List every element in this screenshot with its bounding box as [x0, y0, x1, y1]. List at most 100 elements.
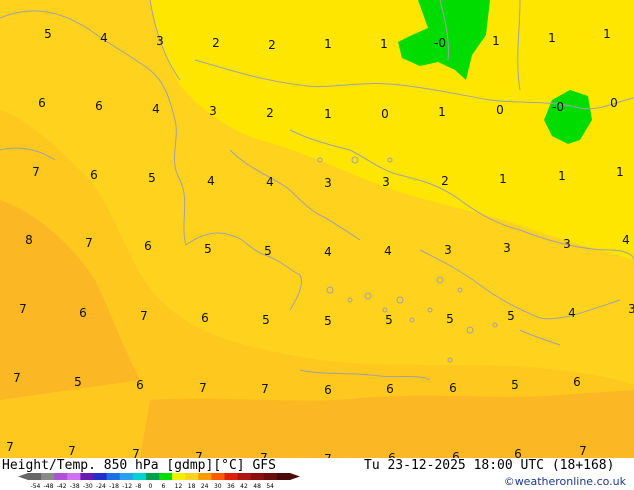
scale-swatches: [18, 473, 300, 480]
temperature-value: 3: [444, 243, 452, 257]
temperature-value: 6: [95, 99, 103, 113]
temperature-value: 6: [449, 381, 457, 395]
temperature-value: -0: [434, 36, 446, 50]
temperature-value: 2: [441, 174, 449, 188]
temperature-value: 3: [503, 241, 511, 255]
temperature-value: 5: [446, 312, 454, 326]
temperature-value: 7: [260, 451, 268, 458]
temperature-value: 7: [6, 440, 14, 454]
scale-ticks: -54 -48 -42 -38 -30 -24 -18 -12 -8 0 6 12 18 24 30 36 42…: [31, 483, 275, 490]
temperature-value: 1: [548, 31, 556, 45]
temperature-value: 4: [384, 244, 392, 258]
temperature-value: 2: [266, 106, 274, 120]
temperature-value: 4: [622, 233, 630, 247]
scale-swatch: [224, 473, 239, 480]
credit-link[interactable]: ©weatheronline.co.uk: [504, 475, 626, 488]
scale-tick-label: -30: [83, 483, 93, 490]
temperature-value: 3: [324, 176, 332, 190]
scale-swatch: [106, 473, 121, 480]
temperature-value: 0: [381, 107, 389, 121]
temperature-value: 0: [610, 96, 618, 110]
temperature-value: 1: [558, 169, 566, 183]
scale-tick-label: -54: [31, 483, 41, 490]
scale-swatch: [93, 473, 108, 480]
scale-tick-label: 36: [227, 483, 235, 490]
temperature-value: 3: [628, 302, 634, 316]
temperature-value: 5: [324, 314, 332, 328]
temperature-value: 6: [201, 311, 209, 325]
temperature-value: 7: [132, 447, 140, 458]
temperature-value: 1: [324, 37, 332, 51]
temperature-value: 1: [603, 27, 611, 41]
scale-swatch: [80, 473, 94, 480]
temperature-value: 4: [324, 245, 332, 259]
temperature-value: 5: [148, 171, 156, 185]
temperature-value: 4: [207, 174, 215, 188]
scale-swatch: [28, 473, 42, 480]
scale-swatch: [237, 473, 252, 480]
temperature-value: 1: [492, 34, 500, 48]
scale-tick-label: 0: [148, 483, 152, 490]
temperature-value: 1: [616, 165, 624, 179]
scale-swatch: [276, 473, 291, 480]
temperature-value: 7: [19, 302, 27, 316]
temperature-value: 4: [100, 31, 108, 45]
temperature-value: 1: [438, 105, 446, 119]
temperature-value: 1: [380, 37, 388, 51]
temperature-value: 7: [261, 382, 269, 396]
scale-swatch: [159, 473, 173, 480]
temperature-value: 1: [499, 172, 507, 186]
temperature-value: 5: [385, 313, 393, 327]
temperature-value: 7: [13, 371, 21, 385]
map-title: Height/Temp. 850 hPa [gdmp][°C] GFS: [2, 458, 276, 473]
temperature-value: 3: [209, 104, 217, 118]
scale-tick-label: 42: [240, 483, 248, 490]
scale-swatch: [198, 473, 212, 480]
scale-swatch: [185, 473, 199, 480]
scale-swatch: [145, 473, 160, 480]
scale-swatch: [263, 473, 278, 480]
temperature-value: 7: [140, 309, 148, 323]
temperature-value: 7: [195, 450, 203, 458]
temperature-value: 6: [452, 450, 460, 458]
scale-tick-label: 6: [162, 483, 166, 490]
scale-swatch: [67, 473, 81, 480]
scale-swatch: [54, 473, 68, 480]
temperature-value: 7: [579, 444, 587, 458]
scale-swatch: [132, 473, 147, 480]
temperature-value: 6: [38, 96, 46, 110]
temperature-value: 5: [262, 313, 270, 327]
temperature-value: 2: [212, 36, 220, 50]
temperature-value: 6: [90, 168, 98, 182]
temperature-value: 6: [136, 378, 144, 392]
scale-tick-label: -12: [122, 483, 132, 490]
scale-swatch: [41, 473, 55, 480]
scale-tick-label: -48: [44, 483, 54, 490]
scale-arrow-left: [18, 473, 28, 480]
temperature-value: 3: [563, 237, 571, 251]
temperature-value: 4: [568, 306, 576, 320]
temperature-value: 6: [386, 382, 394, 396]
temperature-value: 5: [511, 378, 519, 392]
temperature-value: 3: [156, 34, 164, 48]
temperature-value: 4: [152, 102, 160, 116]
temperature-value: 7: [68, 444, 76, 458]
temperature-value: 2: [268, 38, 276, 52]
temperature-value: 6: [573, 375, 581, 389]
temperature-value: 7: [199, 381, 207, 395]
temperature-value: 1: [324, 107, 332, 121]
map-valid-time: Tu 23-12-2025 18:00 UTC (18+168): [364, 458, 615, 473]
scale-tick-label: -8: [135, 483, 141, 490]
temperature-value: 6: [514, 447, 522, 458]
scale-tick-label: 18: [188, 483, 196, 490]
scale-arrow-right: [290, 473, 300, 480]
scale-swatch: [172, 473, 186, 480]
temperature-value: 5: [507, 309, 515, 323]
scale-tick-label: 54: [266, 483, 274, 490]
temperature-value: 5: [74, 375, 82, 389]
scale-tick-label: -42: [57, 483, 67, 490]
scale-tick-label: -38: [70, 483, 80, 490]
scale-swatch: [250, 473, 265, 480]
temperature-value: 0: [496, 103, 504, 117]
scale-tick-label: 12: [175, 483, 183, 490]
